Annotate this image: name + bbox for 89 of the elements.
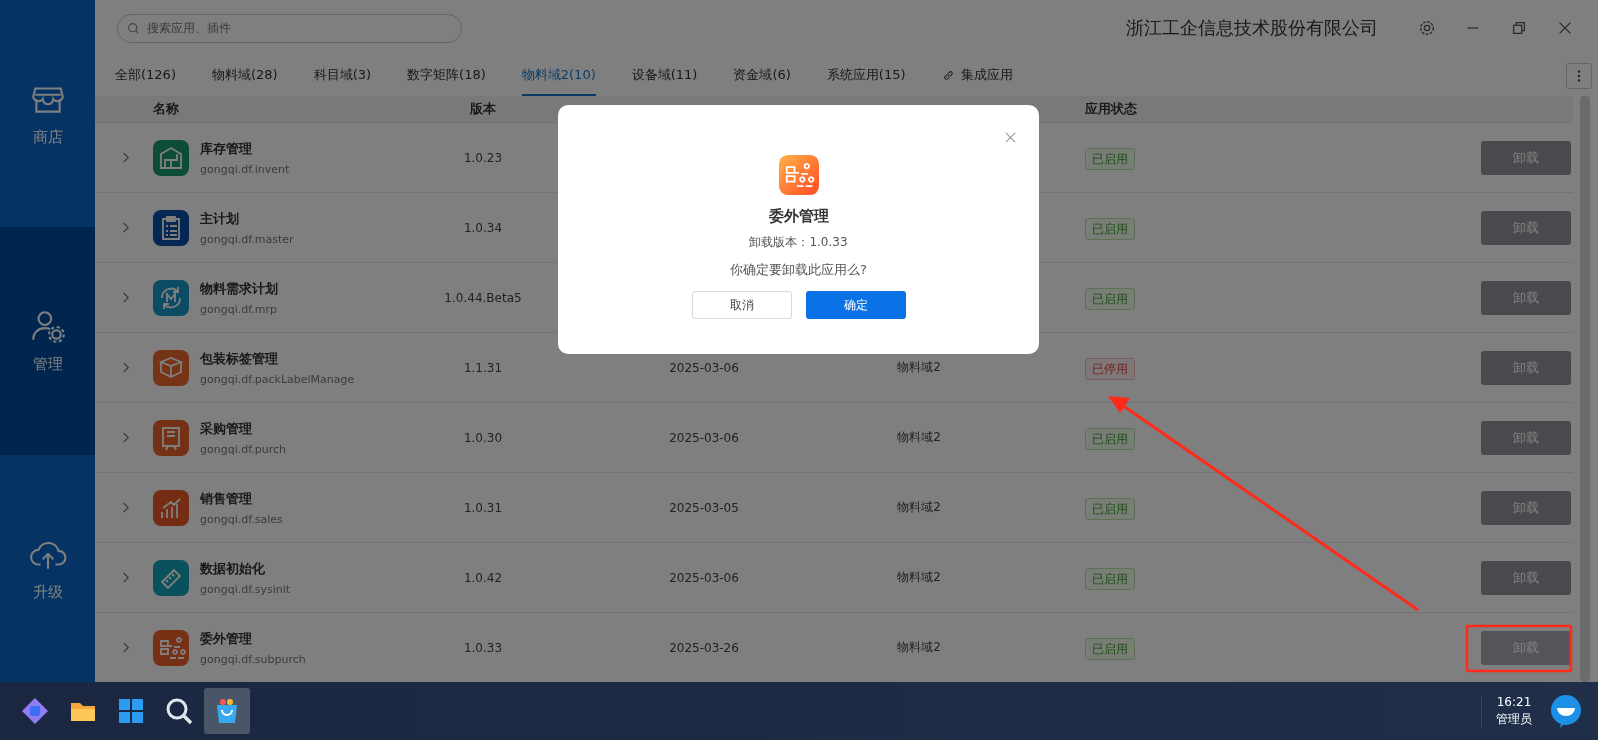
tab[interactable]: 资金域(6) — [733, 56, 791, 96]
expand-icon[interactable] — [120, 641, 130, 654]
app-id: gongqi.df.sales — [200, 512, 284, 526]
date-cell: 2025-03-05 — [669, 500, 739, 515]
app-name: 销售管理 — [200, 489, 253, 508]
confirm-button[interactable]: 确定 — [805, 291, 906, 319]
restore-icon[interactable] — [1510, 19, 1528, 37]
settings-icon[interactable] — [1418, 19, 1436, 37]
more-button[interactable] — [1566, 63, 1592, 89]
cycle-icon — [153, 279, 189, 316]
app-id: gongqi.df.sysinit — [200, 582, 292, 596]
version-cell: 1.0.31 — [463, 500, 503, 515]
app-name: 物料需求计划 — [200, 279, 279, 298]
tab[interactable]: 数字矩阵(18) — [407, 56, 486, 96]
domain-cell: 物料域2 — [897, 360, 941, 374]
app-name: 委外管理 — [200, 629, 253, 648]
app-id: gongqi.df.purch — [200, 442, 287, 456]
user-name: 管理员 — [1496, 710, 1532, 728]
status-tag: 已启用 — [1085, 217, 1135, 240]
status-tag: 已启用 — [1085, 637, 1135, 660]
domain-cell: 物料域2 — [897, 570, 941, 584]
version-cell: 1.0.42 — [463, 570, 503, 585]
tab[interactable]: 设备域(11) — [631, 56, 698, 96]
ruler-icon — [153, 559, 189, 596]
expand-icon[interactable] — [120, 571, 130, 584]
app-id: gongqi.df.packLabelManage — [200, 372, 356, 386]
version-cell: 1.0.34 — [463, 220, 503, 235]
chat-bubble-icon[interactable] — [1548, 693, 1584, 729]
status-tag: 已停用 — [1085, 357, 1135, 380]
version-cell: 1.0.44.Beta5 — [444, 290, 522, 305]
more-icon — [1577, 69, 1581, 83]
scrollbar[interactable] — [1580, 96, 1590, 682]
app-id: gongqi.df.subpurch — [200, 652, 307, 666]
cart-icon — [153, 419, 189, 456]
dialog-title: 委外管理 — [768, 207, 829, 226]
expand-icon[interactable] — [120, 151, 130, 164]
date-cell: 2025-03-26 — [669, 640, 739, 655]
status-tag: 已启用 — [1085, 287, 1135, 310]
tab[interactable]: 全部(126) — [115, 56, 176, 96]
bar-chart-icon — [153, 489, 189, 526]
expand-icon[interactable] — [120, 501, 130, 514]
version-cell: 1.0.33 — [463, 640, 503, 655]
app-id: gongqi.df.master — [200, 232, 295, 246]
clipboard-icon — [153, 209, 189, 246]
status-tag: 已启用 — [1085, 147, 1135, 170]
app-name: 采购管理 — [200, 419, 253, 438]
date-cell: 2025-03-06 — [669, 430, 739, 445]
tab[interactable]: 科目域(3) — [313, 56, 372, 96]
dialog-version: 卸载版本：1.0.33 — [749, 234, 848, 251]
app-name: 包装标签管理 — [200, 349, 279, 368]
sidebar-item[interactable]: 升级 — [0, 454, 95, 682]
link-icon — [941, 68, 955, 82]
column-header: 版本 — [470, 100, 496, 118]
domain-cell: 物料域2 — [897, 430, 941, 444]
search-icon — [127, 21, 140, 35]
expand-icon[interactable] — [120, 291, 130, 304]
version-cell: 1.0.23 — [463, 150, 503, 165]
app-id: gongqi.df.invent — [200, 162, 291, 176]
status-tag: 已启用 — [1085, 497, 1135, 520]
app-name: 库存管理 — [200, 139, 253, 158]
expand-icon[interactable] — [120, 431, 130, 444]
date-cell: 2025-03-06 — [669, 360, 739, 375]
app-name: 主计划 — [200, 209, 240, 228]
domain-cell: 物料域2 — [897, 500, 941, 514]
date-cell: 2025-03-06 — [669, 570, 739, 585]
version-cell: 1.0.30 — [463, 430, 503, 445]
box-icon — [153, 349, 189, 386]
sidebar-item[interactable]: 商店 — [0, 0, 95, 228]
expand-icon[interactable] — [120, 221, 130, 234]
domain-cell: 物料域2 — [897, 640, 941, 654]
warehouse-icon — [153, 139, 189, 176]
tab[interactable]: 系统应用(15) — [826, 56, 906, 96]
dialog-message: 你确定要卸载此应用么? — [730, 261, 867, 279]
status-tag: 已启用 — [1085, 427, 1135, 450]
tab[interactable]: 物料域(28) — [211, 56, 278, 96]
clock-time: 16:21 — [1496, 694, 1532, 709]
app-name: 数据初始化 — [200, 559, 266, 578]
tab[interactable]: 集成应用 — [941, 56, 1013, 96]
column-header: 应用状态 — [1085, 101, 1137, 116]
search-field[interactable]: 搜索应用、插件 — [117, 13, 462, 43]
status-tag: 已启用 — [1085, 567, 1135, 590]
close-icon[interactable] — [1004, 131, 1017, 144]
app-id: gongqi.df.mrp — [200, 302, 278, 316]
cancel-button[interactable]: 取消 — [691, 291, 792, 319]
column-header: 名称 — [152, 100, 179, 118]
company-name: 浙江工企信息技术股份有限公司 — [1126, 16, 1378, 40]
expand-icon[interactable] — [120, 361, 130, 374]
sidebar-item[interactable]: 管理 — [0, 227, 95, 455]
version-cell: 1.1.31 — [463, 360, 503, 375]
